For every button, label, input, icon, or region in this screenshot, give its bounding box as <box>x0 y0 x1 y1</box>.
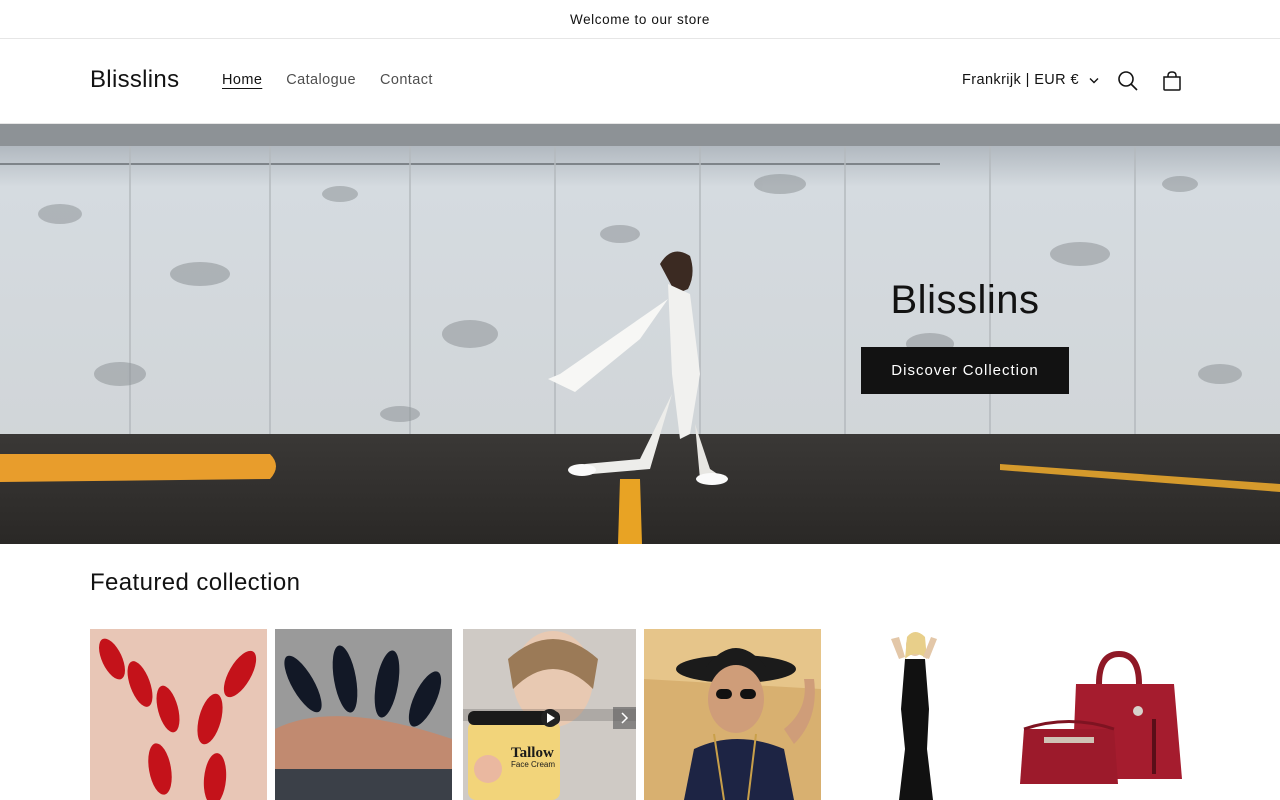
hero-title: Blisslins <box>890 278 1040 322</box>
product-card-red-handbags[interactable] <box>1014 629 1190 800</box>
tallow-text: Tallow <box>511 745 554 761</box>
search-icon[interactable] <box>1116 69 1140 93</box>
cart-icon[interactable] <box>1160 69 1184 93</box>
site-header: Blisslins Home Catalogue Contact Frankri… <box>0 39 1280 124</box>
country-currency-label: Frankrijk | EUR € <box>962 72 1079 88</box>
announcement-text: Welcome to our store <box>569 11 711 27</box>
hero-image <box>0 124 1280 544</box>
face-cream-text: Face Cream <box>511 760 555 769</box>
store-logo[interactable]: Blisslins <box>90 66 179 94</box>
discover-collection-button[interactable]: Discover Collection <box>861 347 1069 394</box>
product-card-red-nails[interactable] <box>90 629 267 800</box>
product-card-black-dress[interactable] <box>829 629 1006 800</box>
product-card-tallow-face-cream[interactable]: Tallow Face Cream <box>463 629 636 800</box>
nav-catalogue[interactable]: Catalogue <box>286 72 356 88</box>
nav-contact[interactable]: Contact <box>380 72 433 88</box>
chevron-down-icon <box>1089 72 1099 88</box>
announcement-bar: Welcome to our store <box>0 0 1280 39</box>
featured-products: Tallow Face Cream <box>90 629 1190 800</box>
featured-collection-title: Featured collection <box>90 569 301 596</box>
product-card-hat-model[interactable] <box>644 629 821 800</box>
hero-banner: Blisslins Discover Collection <box>0 124 1280 544</box>
main-nav: Home Catalogue Contact <box>222 72 433 88</box>
nav-home[interactable]: Home <box>222 72 262 88</box>
product-card-black-nails[interactable] <box>275 629 452 800</box>
country-currency-selector[interactable]: Frankrijk | EUR € <box>962 72 1099 88</box>
